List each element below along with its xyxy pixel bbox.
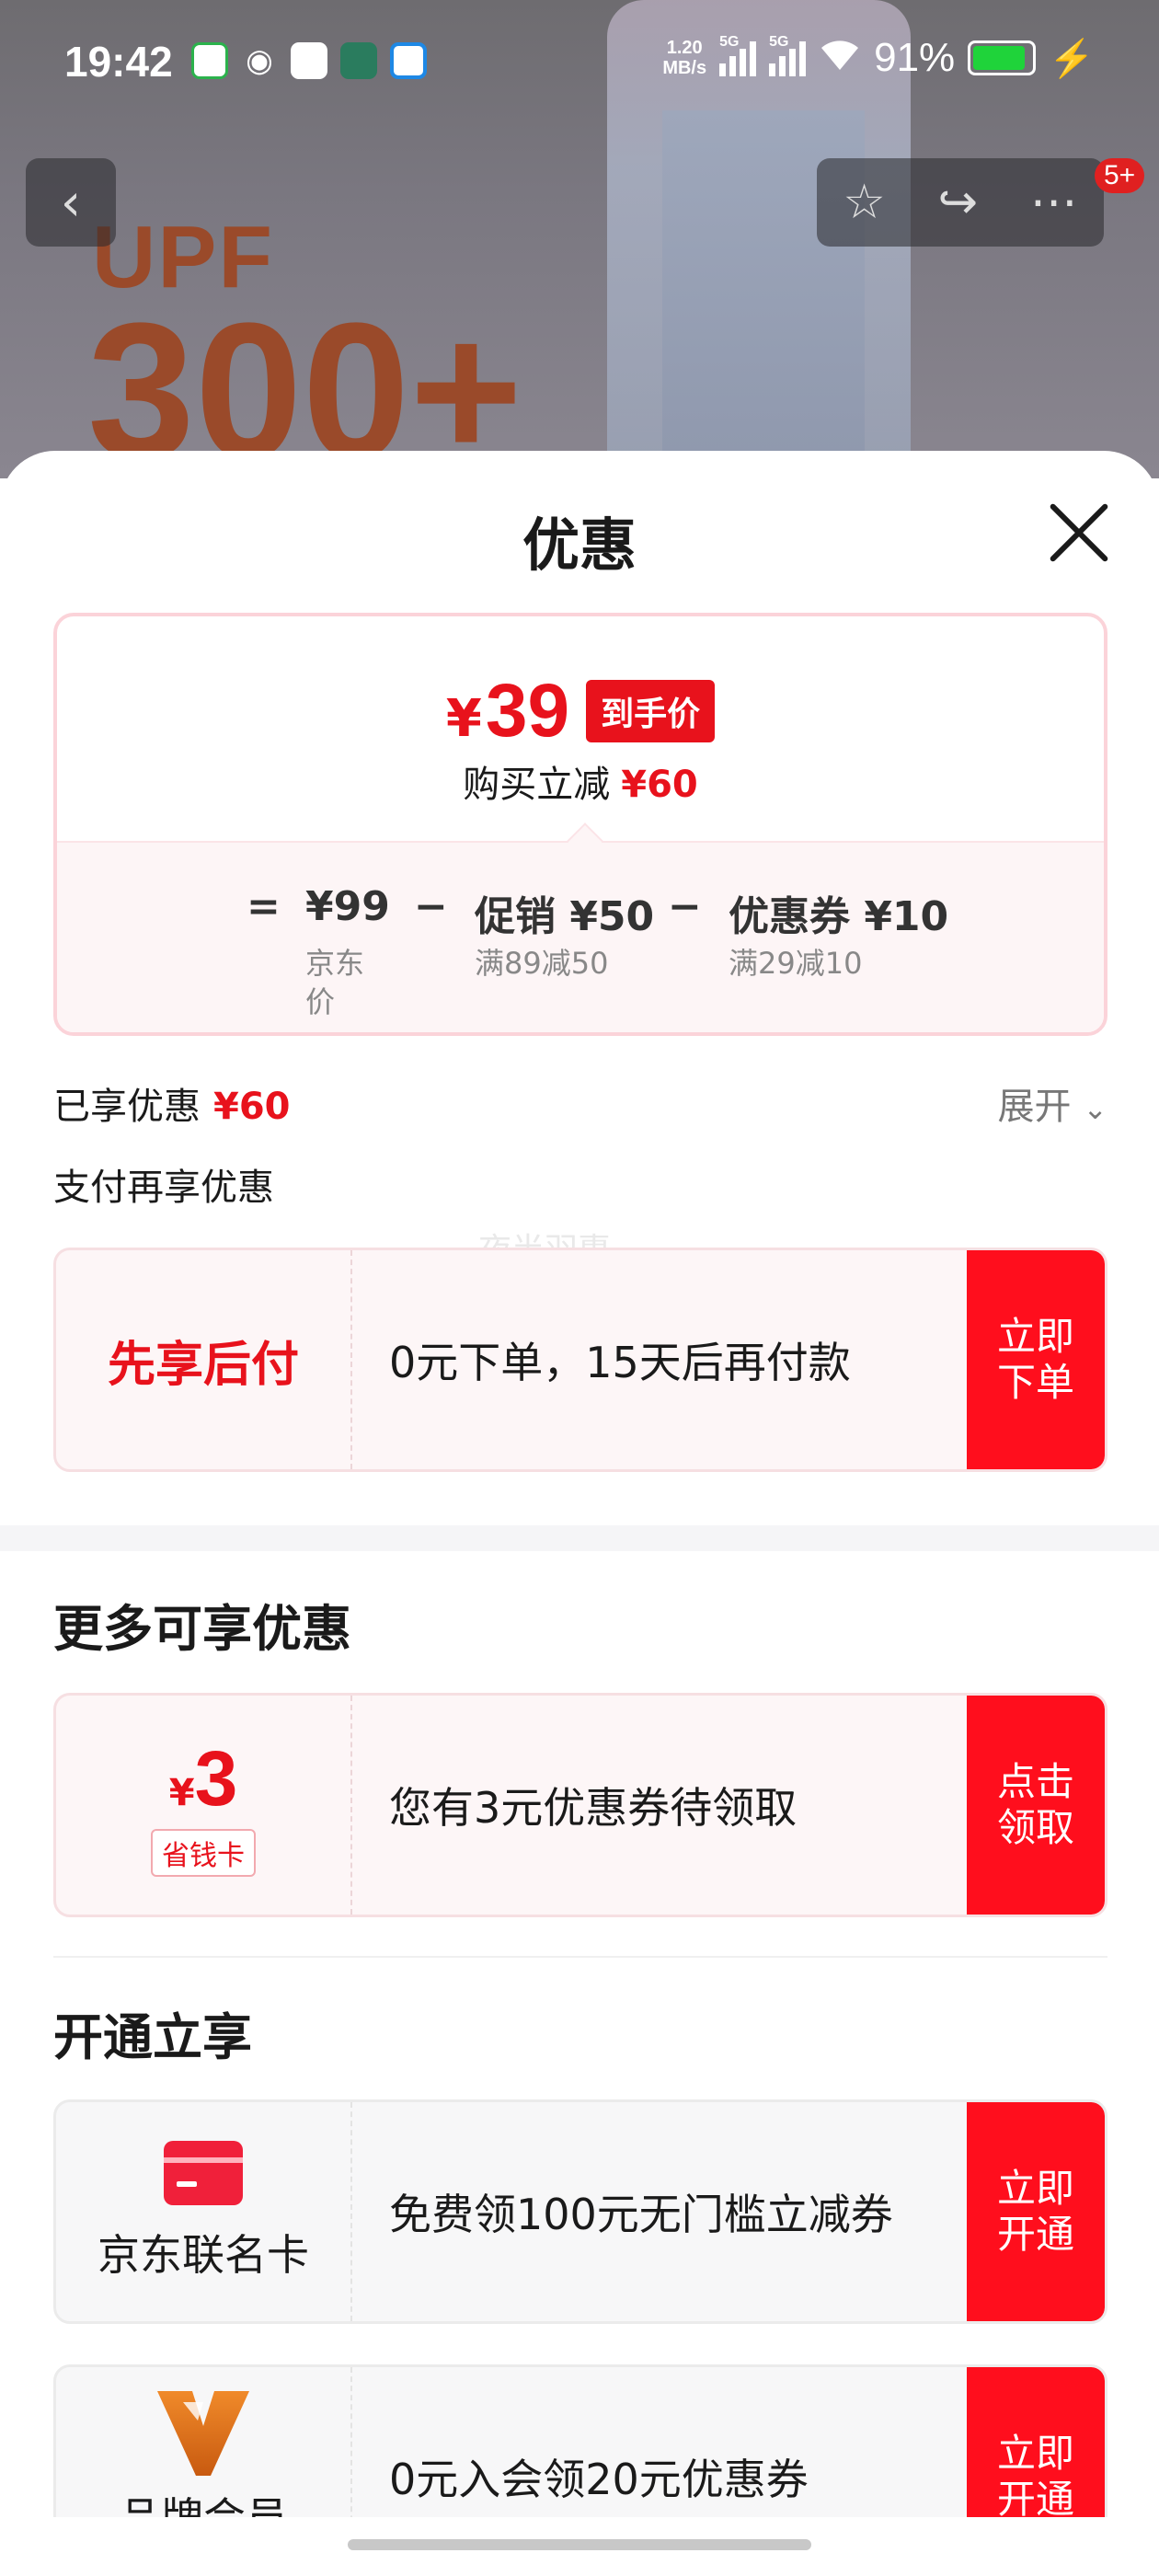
chat-app-icon xyxy=(390,42,427,79)
signal-2-icon: 5G xyxy=(769,34,807,76)
message-badge: 5+ xyxy=(1095,158,1145,193)
coupon-offer-text: 您有3元优惠券待领取 xyxy=(389,1783,798,1833)
wechat-icon: ◉ xyxy=(246,42,273,79)
jd-card-text: 免费领100元无门槛立减券 xyxy=(389,2190,893,2239)
claim-line1: 点击 xyxy=(996,1759,1074,1804)
money-saving-card-tag: 省钱卡 xyxy=(151,1828,256,1877)
home-indicator[interactable] xyxy=(348,2539,811,2550)
join-line1: 立即 xyxy=(996,2431,1074,2476)
save-label: 购买立减 xyxy=(463,764,611,806)
coupon-discount: 优惠券 ¥10 xyxy=(729,893,949,940)
status-bar: 19:42 ◉ 1.20 MB/s 5G 5G 91% ⚡ xyxy=(0,0,1159,129)
currency-symbol: ¥ xyxy=(445,689,482,749)
more-icon[interactable]: ⋯ xyxy=(1030,175,1078,230)
promo-discount: 促销 ¥50 xyxy=(475,893,655,940)
share-icon[interactable]: ↪ xyxy=(938,175,979,230)
net-speed-value: 1.20 xyxy=(666,38,703,58)
coupon-currency: ¥ xyxy=(168,1771,195,1814)
expand-label: 展开 xyxy=(997,1086,1072,1128)
save-amount: ¥60 xyxy=(621,764,698,806)
coupon-condition: 满29减10 xyxy=(729,946,863,981)
sheet-title: 优惠 xyxy=(522,512,637,579)
home-app-icon xyxy=(191,42,228,79)
signal-1-label: 5G xyxy=(719,34,740,50)
join-line2: 开通 xyxy=(996,2477,1074,2522)
order-now-button[interactable]: 立即 下单 xyxy=(967,1250,1105,1469)
price-card: ¥ 39 到手价 购买立减 ¥60 = ¥99 京东 价 − 促销 ¥50 满89… xyxy=(53,613,1107,1036)
signal-1-icon: 5G xyxy=(719,34,757,76)
back-button[interactable]: ‹ xyxy=(26,158,116,247)
final-price-line: ¥ 39 到手价 xyxy=(57,668,1104,754)
final-price: 39 xyxy=(485,669,570,753)
more-offers-title: 更多可享优惠 xyxy=(53,1600,351,1658)
equals-sign: = xyxy=(247,883,281,930)
divider-line xyxy=(53,1956,1107,1958)
pay-more-title: 支付再享优惠 xyxy=(53,1167,274,1209)
mail-app-icon xyxy=(291,42,327,79)
net-speed: 1.20 MB/s xyxy=(662,38,706,78)
coupon-offer-left: ¥ 3 省钱卡 xyxy=(56,1696,352,1915)
jd-price-label-2: 价 xyxy=(305,984,336,1019)
brand-v-logo-icon xyxy=(157,2391,249,2476)
close-icon[interactable] xyxy=(1047,500,1111,565)
jd-card-left: 京东联名卡 xyxy=(56,2102,352,2321)
pay-later-offer[interactable]: 先享后付 0元下单，15天后再付款 立即 下单 xyxy=(53,1248,1107,1472)
status-right-group: 1.20 MB/s 5G 5G 91% ⚡ xyxy=(662,34,1095,81)
instant-saving-line: 购买立减 ¥60 xyxy=(57,754,1104,808)
pay-later-text: 0元下单，15天后再付款 xyxy=(389,1338,851,1387)
open-card-line2: 开通 xyxy=(996,2212,1074,2257)
chevron-left-icon: ‹ xyxy=(60,172,82,233)
enjoyed-label: 已享优惠 xyxy=(53,1086,201,1128)
open-card-button[interactable]: 立即 开通 xyxy=(967,2102,1105,2321)
net-speed-unit: MB/s xyxy=(662,58,707,78)
discount-sheet: 优惠 ¥ 39 到手价 购买立减 ¥60 = ¥99 京东 价 − 促销 ¥50 … xyxy=(0,451,1159,2576)
signal-2-label: 5G xyxy=(769,34,789,50)
jd-price-label-1: 京东 xyxy=(305,946,365,981)
section-divider xyxy=(0,1525,1159,1551)
open-card-line1: 立即 xyxy=(996,2166,1074,2211)
jd-cobrand-card-offer[interactable]: 京东联名卡 免费领100元无门槛立减券 立即 开通 xyxy=(53,2099,1107,2324)
promo-condition: 满89减50 xyxy=(475,946,609,981)
claim-coupon-button[interactable]: 点击 领取 xyxy=(967,1696,1105,1915)
minus-sign-2: − xyxy=(668,883,702,930)
price-tag-badge: 到手价 xyxy=(586,680,716,742)
pay-later-left: 先享后付 xyxy=(56,1250,352,1469)
expand-button[interactable]: 展开 ⌄ xyxy=(997,1076,1107,1130)
charging-bolt-icon: ⚡ xyxy=(1049,38,1095,79)
avatar-app-icon xyxy=(340,42,377,79)
credit-card-icon xyxy=(164,2141,243,2205)
open-now-title: 开通立享 xyxy=(53,2008,252,2066)
battery-icon xyxy=(968,40,1037,75)
jd-card-name: 京东联名卡 xyxy=(98,2230,309,2280)
jd-price: ¥99 xyxy=(305,883,390,930)
enjoyed-amount: ¥60 xyxy=(213,1086,291,1128)
coupon-value: ¥ 3 xyxy=(169,1734,238,1823)
enjoyed-discount-row: 已享优惠 ¥60 xyxy=(53,1076,291,1130)
status-time: 19:42 xyxy=(64,38,173,86)
pay-later-label: 先享后付 xyxy=(107,1337,299,1393)
minus-sign-1: − xyxy=(414,883,448,930)
order-now-line1: 立即 xyxy=(996,1314,1074,1359)
top-action-group: ☆ ↪ ⋯ xyxy=(817,158,1104,247)
favorite-star-icon[interactable]: ☆ xyxy=(843,175,886,230)
wifi-icon xyxy=(819,35,861,81)
claim-line2: 领取 xyxy=(996,1805,1074,1850)
price-summary: ¥ 39 到手价 购买立减 ¥60 xyxy=(57,616,1104,841)
battery-percent: 91% xyxy=(874,35,956,80)
status-app-icons: ◉ xyxy=(191,42,427,79)
coupon-amount: 3 xyxy=(194,1734,238,1822)
order-now-line2: 下单 xyxy=(996,1360,1074,1405)
coupon-offer[interactable]: ¥ 3 省钱卡 您有3元优惠券待领取 点击 领取 xyxy=(53,1693,1107,1917)
chevron-down-icon: ⌄ xyxy=(1083,1091,1107,1126)
